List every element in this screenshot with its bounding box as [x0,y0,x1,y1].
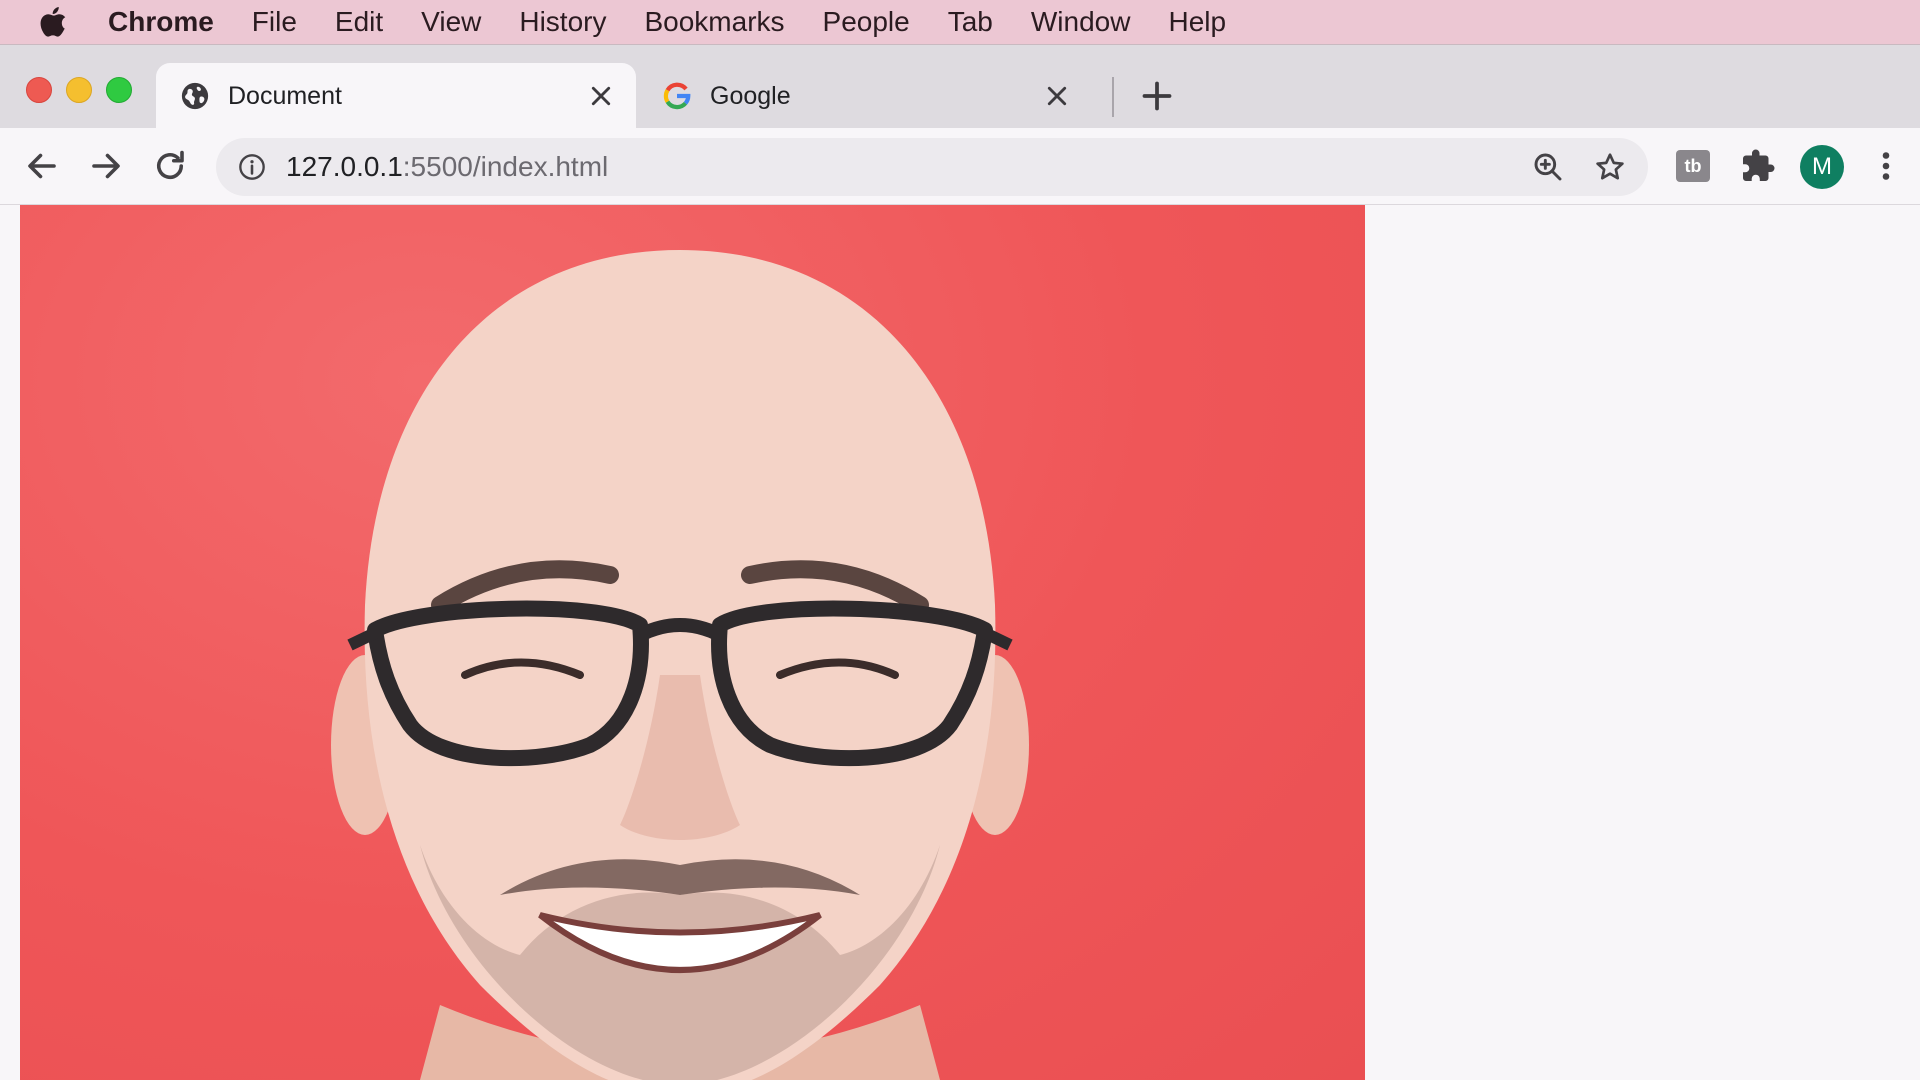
zoom-icon[interactable] [1532,151,1564,183]
zoom-window-button[interactable] [106,77,132,103]
minimize-window-button[interactable] [66,77,92,103]
url-path: :5500/index.html [402,151,609,182]
more-options-icon[interactable] [1868,148,1904,184]
menu-bar: Chrome File Edit View History Bookmarks … [0,0,1920,44]
menu-people[interactable]: People [823,6,910,38]
reload-icon[interactable] [152,148,188,184]
globe-icon [181,82,209,110]
tab-separator [1112,77,1114,117]
close-tab-icon[interactable] [1046,85,1068,107]
menu-view[interactable]: View [421,6,481,38]
menu-history[interactable]: History [519,6,606,38]
back-icon[interactable] [24,148,60,184]
tab-title: Document [228,81,342,110]
bookmark-star-icon[interactable] [1594,151,1626,183]
apple-icon[interactable] [40,7,68,37]
tab-strip: Document Google [0,44,1920,129]
extensions-puzzle-icon[interactable] [1740,148,1776,184]
extension-tb-icon[interactable]: tb [1676,150,1710,182]
portrait-illustration [331,250,1029,1080]
url-host: 127.0.0.1 [286,151,403,182]
menu-help[interactable]: Help [1168,6,1226,38]
info-icon[interactable] [238,153,266,181]
menu-window[interactable]: Window [1031,6,1131,38]
menu-bookmarks[interactable]: Bookmarks [644,6,784,38]
page-viewport [0,205,1920,1080]
tab-title: Google [710,81,791,110]
menu-edit[interactable]: Edit [335,6,383,38]
tab-google[interactable]: Google [638,63,1092,129]
portrait-photo [20,205,1365,1080]
close-window-button[interactable] [26,77,52,103]
tab-document[interactable]: Document [156,63,636,129]
address-bar[interactable]: 127.0.0.1:5500/index.html [216,138,1648,196]
new-tab-icon[interactable] [1142,81,1172,111]
close-tab-icon[interactable] [590,85,612,107]
url-text[interactable]: 127.0.0.1:5500/index.html [286,151,1532,183]
menu-app-chrome[interactable]: Chrome [108,6,214,38]
menu-file[interactable]: File [252,6,297,38]
forward-icon[interactable] [88,148,124,184]
toolbar: 127.0.0.1:5500/index.html tb [0,128,1920,205]
google-icon [663,82,691,110]
menu-tab[interactable]: Tab [948,6,993,38]
profile-avatar[interactable]: M [1800,145,1844,189]
